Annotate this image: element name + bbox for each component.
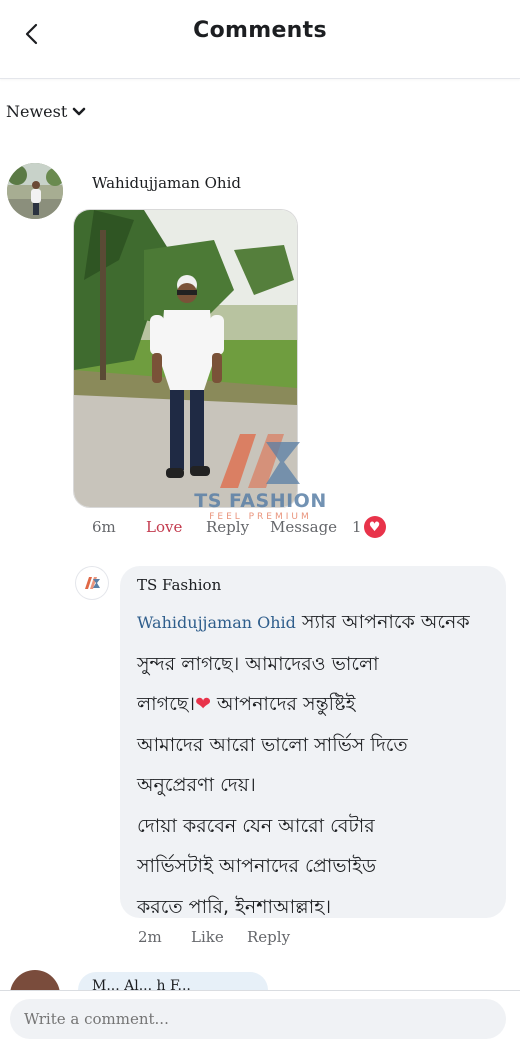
page-title: Comments: [193, 18, 327, 43]
reply-line: আমাদের আরো ভালো সার্ভিস দিতে: [137, 733, 408, 756]
message-button[interactable]: Message: [270, 518, 337, 536]
reply-time: 2m: [138, 928, 162, 946]
reply-line: সার্ভিসটাই আপনাদের প্রোভাইড: [137, 855, 376, 877]
commenter-avatar[interactable]: [7, 163, 63, 219]
reply-like-button[interactable]: Like: [191, 928, 224, 946]
reply-line: সুন্দর লাগছে। আমাদেরও ভালো: [137, 652, 379, 675]
comment-composer: [0, 990, 520, 1039]
reply-reply-button[interactable]: Reply: [247, 928, 290, 946]
sort-dropdown[interactable]: Newest: [6, 102, 87, 121]
ts-fashion-avatar[interactable]: [76, 567, 108, 599]
comment-input[interactable]: [10, 999, 506, 1039]
ts-fashion-logo-icon: [85, 577, 100, 589]
reply-author[interactable]: TS Fashion: [137, 576, 221, 594]
reply-line: লাগছে।: [137, 693, 196, 715]
reaction-summary[interactable]: 1 ♥: [352, 516, 386, 538]
reply-bubble: TS Fashion Wahidujjaman Ohid স্যার আপনাক…: [120, 566, 506, 918]
comment-time: 6m: [92, 518, 116, 536]
top-bar: Comments: [0, 0, 520, 79]
reply-line: অনুপ্রেরণা দেয়।: [137, 774, 256, 796]
sort-label: Newest: [6, 102, 68, 121]
mention-link[interactable]: Wahidujjaman Ohid: [137, 613, 296, 632]
heart-icon: ♥: [363, 516, 386, 538]
reply-line: দোয়া করবেন যেন আরো বেটার: [137, 814, 375, 837]
love-button[interactable]: Love: [146, 518, 182, 536]
reaction-count: 1: [352, 518, 362, 536]
reply-button[interactable]: Reply: [206, 518, 249, 536]
reply-line: করতে পারি, ইনশাআল্লাহ।: [137, 895, 331, 918]
chevron-down-icon: [72, 107, 86, 115]
commenter-name[interactable]: Wahidujjaman Ohid: [92, 174, 241, 192]
reply-text: Wahidujjaman Ohid স্যার আপনাকে অনেক সুন্…: [137, 602, 497, 927]
reply-line: আপনাদের সন্তুষ্টিই: [210, 693, 356, 715]
reply-line: স্যার আপনাকে অনেক: [295, 611, 470, 633]
comment-photo[interactable]: [74, 210, 297, 507]
red-heart-emoji-icon: ❤: [195, 693, 211, 715]
